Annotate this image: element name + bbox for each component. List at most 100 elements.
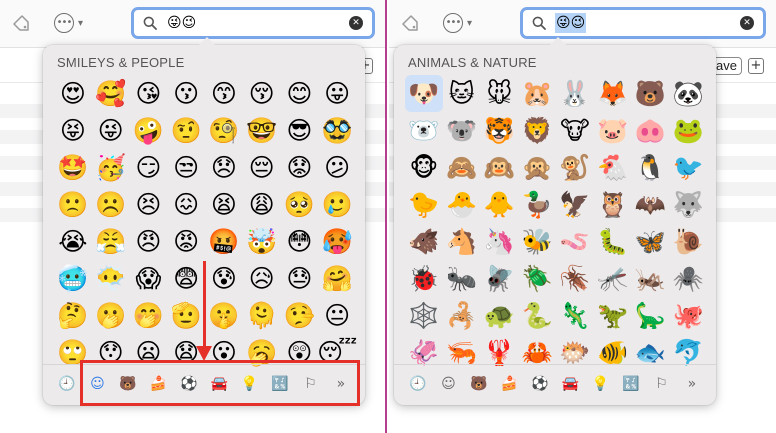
category-recent-icon[interactable]: 🕘 <box>406 372 430 396</box>
emoji-cell[interactable]: 🐣 <box>443 186 481 223</box>
emoji-cell[interactable]: 😞 <box>205 149 243 186</box>
emoji-cell[interactable]: 🐯 <box>481 112 519 149</box>
emoji-cell[interactable]: 🦊 <box>594 75 632 112</box>
emoji-cell[interactable]: 🐍 <box>518 297 556 334</box>
emoji-cell[interactable]: 🥺 <box>281 186 319 223</box>
category-smileys-icon[interactable]: ☺ <box>436 372 460 396</box>
emoji-cell[interactable]: 🐗 <box>405 223 443 260</box>
emoji-cell[interactable]: 🥵 <box>318 223 356 260</box>
emoji-cell[interactable]: 🦗 <box>632 260 670 297</box>
tag-button[interactable] <box>399 12 421 34</box>
emoji-cell[interactable]: 🫠 <box>243 297 281 334</box>
emoji-cell[interactable]: 🫡 <box>167 297 205 334</box>
emoji-cell[interactable]: 🥰 <box>92 75 130 112</box>
emoji-cell[interactable]: 🪲 <box>518 260 556 297</box>
emoji-cell[interactable]: 🐵 <box>405 149 443 186</box>
emoji-cell[interactable]: 🪳 <box>556 260 594 297</box>
emoji-cell[interactable]: 🐽 <box>632 112 670 149</box>
emoji-cell[interactable]: 🐸 <box>669 112 707 149</box>
emoji-cell[interactable]: 🤫 <box>205 297 243 334</box>
emoji-cell[interactable]: ☹️ <box>92 186 130 223</box>
emoji-cell[interactable]: 🐦 <box>669 149 707 186</box>
search-input-text-selected[interactable]: 😜😉 <box>555 13 587 33</box>
emoji-cell[interactable]: 🤯 <box>243 223 281 260</box>
emoji-cell[interactable]: 🦂 <box>443 297 481 334</box>
emoji-cell[interactable]: 🦎 <box>556 297 594 334</box>
emoji-cell[interactable]: 😓 <box>281 260 319 297</box>
emoji-cell[interactable]: 😣 <box>130 186 168 223</box>
clear-circle-icon[interactable]: ✕ <box>740 16 754 30</box>
emoji-cell[interactable]: 😏 <box>130 149 168 186</box>
emoji-cell[interactable]: 🐠 <box>594 334 632 371</box>
emoji-cell[interactable]: 😒 <box>167 149 205 186</box>
emoji-cell[interactable]: 🐡 <box>556 334 594 371</box>
emoji-cell[interactable]: 🐜 <box>443 260 481 297</box>
emoji-cell[interactable]: 🐷 <box>594 112 632 149</box>
emoji-cell[interactable]: 🤥 <box>281 297 319 334</box>
emoji-cell[interactable]: 🦄 <box>481 223 519 260</box>
emoji-cell[interactable]: 🐞 <box>405 260 443 297</box>
emoji-cell[interactable]: 🐤 <box>405 186 443 223</box>
emoji-cell[interactable]: 🕷️ <box>669 260 707 297</box>
emoji-cell[interactable]: 😎 <box>281 112 319 149</box>
emoji-cell[interactable]: 🐟 <box>632 334 670 371</box>
emoji-cell[interactable]: 😔 <box>243 149 281 186</box>
emoji-cell[interactable]: 😜 <box>92 112 130 149</box>
emoji-cell[interactable]: 😥 <box>243 260 281 297</box>
emoji-cell[interactable]: 🪱 <box>556 223 594 260</box>
emoji-cell[interactable]: 🐴 <box>443 223 481 260</box>
category-more-icon[interactable]: » <box>680 372 704 396</box>
emoji-cell[interactable]: 😡 <box>167 223 205 260</box>
emoji-cell[interactable]: 🥲 <box>318 186 356 223</box>
emoji-cell[interactable]: 😘 <box>130 75 168 112</box>
emoji-cell[interactable]: 🕸️ <box>405 297 443 334</box>
emoji-cell[interactable]: 🪰 <box>481 260 519 297</box>
emoji-cell[interactable]: 🥶 <box>54 260 92 297</box>
emoji-cell[interactable]: 😱 <box>130 260 168 297</box>
emoji-cell[interactable]: 🦁 <box>518 112 556 149</box>
emoji-cell[interactable]: 😖 <box>167 186 205 223</box>
emoji-cell[interactable]: 🤨 <box>167 112 205 149</box>
emoji-cell[interactable]: 😶‍🌫️ <box>92 260 130 297</box>
emoji-cell[interactable]: 🙉 <box>481 149 519 186</box>
emoji-cell[interactable]: 🦅 <box>556 186 594 223</box>
emoji-cell[interactable]: 🦆 <box>518 186 556 223</box>
emoji-cell[interactable]: 🐭 <box>481 75 519 112</box>
emoji-cell[interactable]: 🙊 <box>518 149 556 186</box>
category-food-icon[interactable]: 🍰 <box>497 372 521 396</box>
emoji-cell[interactable]: 🤓 <box>243 112 281 149</box>
emoji-cell[interactable]: 😕 <box>318 149 356 186</box>
emoji-cell[interactable]: 🤗 <box>318 260 356 297</box>
emoji-cell[interactable]: 🐶 <box>405 75 443 112</box>
emoji-cell[interactable]: 🐹 <box>518 75 556 112</box>
emoji-cell[interactable]: 🐱 <box>443 75 481 112</box>
emoji-cell[interactable]: 🐰 <box>556 75 594 112</box>
emoji-cell[interactable]: 🦞 <box>481 334 519 371</box>
emoji-cell[interactable]: 🐺 <box>669 186 707 223</box>
clear-circle-icon[interactable]: ✕ <box>349 16 363 30</box>
emoji-cell[interactable]: 🦟 <box>594 260 632 297</box>
emoji-cell[interactable]: 🐧 <box>632 149 670 186</box>
emoji-cell[interactable]: 🦇 <box>632 186 670 223</box>
emoji-cell[interactable]: 😗 <box>167 75 205 112</box>
emoji-cell[interactable]: 🤪 <box>130 112 168 149</box>
add-button[interactable]: + <box>748 58 764 74</box>
emoji-cell[interactable]: 😤 <box>92 223 130 260</box>
category-recent-icon[interactable]: 🕘 <box>55 372 79 396</box>
emoji-cell[interactable]: 😟 <box>281 149 319 186</box>
emoji-cell[interactable]: 😛 <box>318 75 356 112</box>
emoji-cell[interactable]: 🥸 <box>318 112 356 149</box>
emoji-cell[interactable]: 🐻 <box>632 75 670 112</box>
emoji-cell[interactable]: 🐌 <box>669 223 707 260</box>
emoji-cell[interactable]: 😫 <box>205 186 243 223</box>
search-input-text[interactable]: 😜😉 <box>166 13 197 33</box>
emoji-cell[interactable]: 🐛 <box>594 223 632 260</box>
emoji-cell[interactable]: 🐨 <box>443 112 481 149</box>
category-symbols-icon[interactable]: 🔣 <box>619 372 643 396</box>
emoji-cell[interactable]: 😩 <box>243 186 281 223</box>
emoji-cell[interactable]: 🐝 <box>518 223 556 260</box>
category-objects-icon[interactable]: 💡 <box>589 372 613 396</box>
more-options-button[interactable]: ••• ▾ <box>443 12 483 34</box>
emoji-cell[interactable]: 😍 <box>54 75 92 112</box>
emoji-cell[interactable]: 🤔 <box>54 297 92 334</box>
